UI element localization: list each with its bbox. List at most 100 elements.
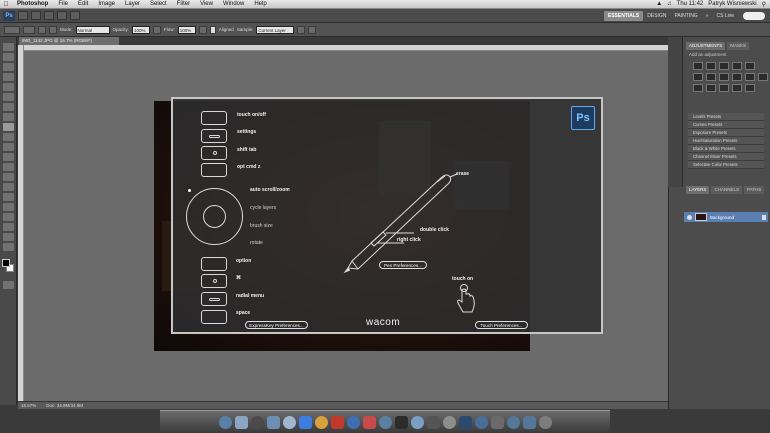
mission-control-icon[interactable] xyxy=(250,415,264,429)
flow-input[interactable]: 100% xyxy=(177,25,196,34)
document-tab[interactable]: IMG_1142.JPG @ 16.7% (RGB/8*) xyxy=(19,37,119,45)
app-menu[interactable]: Photoshop xyxy=(12,1,53,7)
mini-bridge-button[interactable] xyxy=(31,11,41,20)
calendar-icon[interactable] xyxy=(362,415,376,429)
wacom-dock-icon[interactable] xyxy=(490,415,504,429)
bridge-button[interactable] xyxy=(18,11,28,20)
terminal-icon[interactable] xyxy=(426,415,440,429)
trash-icon[interactable] xyxy=(538,415,552,429)
itunes-icon[interactable] xyxy=(330,415,344,429)
menu-select[interactable]: Select xyxy=(145,1,172,7)
arrange-documents-button[interactable] xyxy=(57,11,67,20)
menu-layer[interactable]: Layer xyxy=(120,1,145,7)
pressure-opacity-toggle[interactable] xyxy=(153,25,162,34)
expresskey-preferences-button[interactable]: ExpressKey Preferences... xyxy=(245,321,308,329)
expresskey-7[interactable] xyxy=(201,292,227,306)
skype-icon[interactable] xyxy=(346,415,360,429)
layer-name[interactable]: Background xyxy=(710,215,734,220)
quick-select-tool-icon[interactable] xyxy=(2,73,14,81)
workspace-essentials[interactable]: ESSENTIALS xyxy=(603,10,644,21)
touch-ring-center-button[interactable] xyxy=(203,205,226,228)
menu-edit[interactable]: Edit xyxy=(73,1,93,7)
touch-ring[interactable] xyxy=(186,188,243,245)
brush-picker[interactable] xyxy=(23,25,35,34)
clone-source-toggle[interactable] xyxy=(49,25,57,34)
preset-item[interactable]: Black & White Presets xyxy=(688,145,764,153)
cs-live[interactable]: CS Live xyxy=(712,13,738,19)
tab-adjustments[interactable]: ADJUSTMENTS xyxy=(686,42,726,50)
quick-mask-icon[interactable] xyxy=(2,281,14,289)
workspace-design[interactable]: DESIGN xyxy=(643,13,670,19)
eraser-tool-icon[interactable] xyxy=(2,143,14,151)
menu-view[interactable]: View xyxy=(195,1,218,7)
exposure-icon[interactable] xyxy=(732,62,742,70)
black-white-icon[interactable] xyxy=(719,73,729,81)
screen-mode-button[interactable] xyxy=(70,11,80,20)
hand-tool-icon[interactable] xyxy=(2,233,14,241)
menu-filter[interactable]: Filter xyxy=(172,1,195,7)
preset-item[interactable]: Selective Color Presets xyxy=(688,161,764,169)
vertical-ruler[interactable] xyxy=(18,45,24,401)
vibrance-icon[interactable] xyxy=(745,62,755,70)
clone-stamp-tool-icon[interactable] xyxy=(2,123,14,131)
zoom-tool-icon[interactable] xyxy=(2,243,14,251)
wifi-icon[interactable]: ▲ xyxy=(656,1,662,7)
pen-tool-icon[interactable] xyxy=(2,183,14,191)
blur-tool-icon[interactable] xyxy=(2,163,14,171)
wacom-tablet-overlay[interactable]: touch on/off settings shift tab opt cmd … xyxy=(171,97,603,334)
mode-select[interactable]: Normal xyxy=(75,25,110,34)
airbrush-toggle[interactable] xyxy=(198,25,207,34)
photo-filter-icon[interactable] xyxy=(732,73,742,81)
expresskey-5[interactable] xyxy=(201,257,227,271)
dodge-tool-icon[interactable] xyxy=(2,173,14,181)
type-tool-icon[interactable] xyxy=(2,193,14,201)
healing-tool-icon[interactable] xyxy=(2,103,14,111)
photoshop-dock-icon[interactable] xyxy=(458,415,472,429)
aligned-checkbox[interactable] xyxy=(209,25,216,34)
menu-file[interactable]: File xyxy=(53,1,73,7)
horizontal-ruler[interactable] xyxy=(18,45,668,51)
search-input[interactable] xyxy=(743,11,765,20)
preview-icon[interactable] xyxy=(410,415,424,429)
tab-channels[interactable]: CHANNELS xyxy=(711,186,742,194)
bridge-dock-icon[interactable] xyxy=(474,415,488,429)
move-tool-icon[interactable] xyxy=(2,43,14,51)
foreground-color-swatch[interactable] xyxy=(2,259,10,267)
preset-item[interactable]: Hue/Saturation Presets xyxy=(688,137,764,145)
dashboard-icon[interactable] xyxy=(234,415,248,429)
user-name[interactable]: Patryk Wisniewski xyxy=(708,1,756,7)
system-prefs-icon[interactable] xyxy=(394,415,408,429)
menu-window[interactable]: Window xyxy=(218,1,249,7)
workspace-more-icon[interactable]: » xyxy=(702,13,713,19)
levels-icon[interactable] xyxy=(706,62,716,70)
invert-icon[interactable] xyxy=(693,84,703,92)
crop-tool-icon[interactable] xyxy=(2,83,14,91)
layer-row-background[interactable]: Background xyxy=(684,212,768,222)
brush-panel-toggle[interactable] xyxy=(38,25,46,34)
expresskey-3[interactable] xyxy=(201,146,227,160)
clock[interactable]: Thu 11:42 xyxy=(677,1,704,7)
color-swatches[interactable] xyxy=(2,259,14,273)
safari-icon[interactable] xyxy=(266,415,280,429)
mail-icon[interactable] xyxy=(282,415,296,429)
zoom-level-button[interactable] xyxy=(44,11,54,20)
tab-paths[interactable]: PATHS xyxy=(743,186,765,194)
color-balance-icon[interactable] xyxy=(706,73,716,81)
pressure-size-toggle[interactable] xyxy=(308,25,317,34)
marquee-tool-icon[interactable] xyxy=(2,53,14,61)
gradient-map-icon[interactable] xyxy=(732,84,742,92)
expresskey-2[interactable] xyxy=(201,129,227,143)
threshold-icon[interactable] xyxy=(719,84,729,92)
menu-help[interactable]: Help xyxy=(249,1,271,7)
tab-layers[interactable]: LAYERS xyxy=(686,186,710,194)
zoom-readout[interactable]: 16.67% xyxy=(21,402,36,409)
expresskey-4[interactable] xyxy=(201,163,227,177)
chrome-icon[interactable] xyxy=(314,415,328,429)
posterize-icon[interactable] xyxy=(706,84,716,92)
tool-preset-picker[interactable] xyxy=(4,25,20,34)
app-store-icon[interactable] xyxy=(378,415,392,429)
expresskey-8[interactable] xyxy=(201,310,227,324)
history-brush-tool-icon[interactable] xyxy=(2,133,14,141)
preset-item[interactable]: Levels Presets xyxy=(688,113,764,121)
menu-image[interactable]: Image xyxy=(93,1,120,7)
